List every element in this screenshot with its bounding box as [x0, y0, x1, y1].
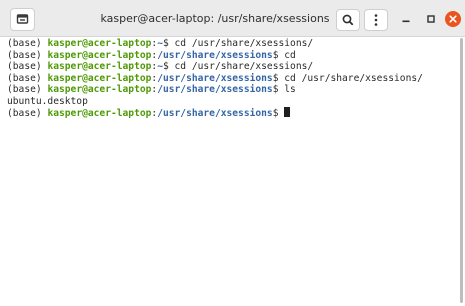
- close-button[interactable]: [445, 11, 461, 27]
- terminal-line: (base) kasper@acer-laptop:/usr/share/xse…: [7, 49, 296, 61]
- prompt-path: /usr/share/xsessions: [157, 49, 273, 61]
- kebab-menu-icon: [374, 14, 378, 26]
- prompt-path: /usr/share/xsessions: [157, 108, 273, 119]
- search-icon: [342, 14, 354, 26]
- text-cursor: [284, 107, 291, 117]
- user-host: kasper@acer-laptop: [47, 84, 152, 95]
- command-output: ubuntu.desktop: [7, 95, 88, 107]
- minimize-icon: [402, 20, 410, 23]
- user-host: kasper@acer-laptop: [47, 72, 152, 84]
- terminal-window: kasper@acer-laptop: /usr/share/xsessions: [0, 0, 465, 306]
- minimize-button[interactable]: [398, 11, 414, 27]
- terminal-line: (base) kasper@acer-laptop:~$ cd /usr/sha…: [7, 61, 314, 72]
- title-bar[interactable]: kasper@acer-laptop: /usr/share/xsessions: [0, 0, 465, 37]
- terminal-line: (base) kasper@acer-laptop:/usr/share/xse…: [7, 84, 296, 95]
- terminal-line: (base) kasper@acer-laptop:~$ cd /usr/sha…: [7, 38, 314, 49]
- new-tab-icon: [16, 14, 29, 24]
- terminal-line: (base) kasper@acer-laptop:/usr/share/xse…: [7, 72, 423, 84]
- prompt-path: /usr/share/xsessions: [157, 72, 273, 84]
- prompt-path: /usr/share/xsessions: [157, 84, 273, 95]
- scrollbar[interactable]: [460, 38, 463, 303]
- terminal-output[interactable]: (base) kasper@acer-laptop:~$ cd /usr/sha…: [0, 37, 458, 306]
- maximize-icon: [427, 15, 435, 23]
- maximize-button[interactable]: [423, 11, 439, 27]
- user-host: kasper@acer-laptop: [47, 49, 152, 61]
- new-tab-button[interactable]: [10, 8, 35, 31]
- user-host: kasper@acer-laptop: [47, 61, 152, 72]
- menu-button[interactable]: [364, 9, 388, 31]
- terminal-line: (base) kasper@acer-laptop:/usr/share/xse…: [7, 107, 458, 119]
- user-host: kasper@acer-laptop: [47, 38, 152, 49]
- close-icon: [449, 15, 457, 23]
- search-button[interactable]: [336, 9, 360, 31]
- user-host: kasper@acer-laptop: [47, 108, 152, 119]
- window-title: kasper@acer-laptop: /usr/share/xsessions: [100, 12, 330, 25]
